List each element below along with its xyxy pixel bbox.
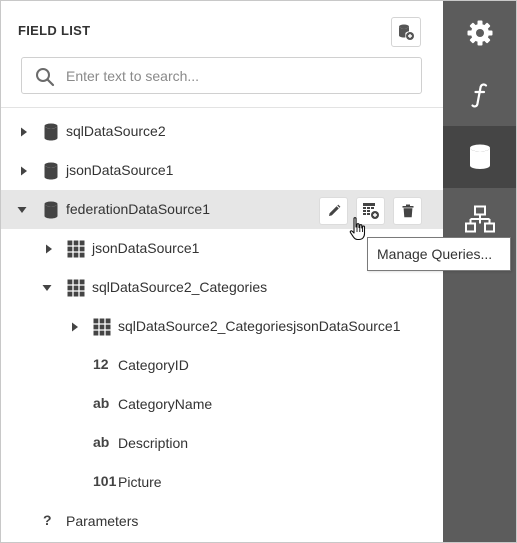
add-data-source-button[interactable] — [391, 17, 421, 47]
tree-item-label: jsonDataSource1 — [92, 240, 200, 256]
tree-item-label: sqlDataSource2 — [66, 123, 166, 139]
tree-item-label: federationDataSource1 — [66, 201, 210, 217]
add-database-icon — [399, 24, 414, 40]
database-icon — [44, 201, 58, 219]
function-icon — [470, 83, 487, 108]
tree-item-parameters[interactable]: ? Parameters — [1, 502, 443, 541]
parameters-icon: ? — [43, 512, 52, 528]
field-label: CategoryName — [118, 396, 213, 412]
hand-cursor-icon — [349, 217, 366, 241]
table-icon — [67, 279, 85, 297]
manage-queries-tooltip: Manage Queries... — [367, 237, 511, 271]
tree-item-label: Parameters — [66, 513, 139, 529]
field-label: Description — [118, 435, 189, 451]
tree-item-sqldatasource2[interactable]: sqlDataSource2 — [1, 112, 443, 151]
tab-field-list[interactable] — [443, 126, 516, 188]
string-type-icon: ab — [93, 434, 110, 450]
expand-arrow-icon[interactable] — [18, 165, 30, 177]
collapse-arrow-icon[interactable] — [16, 204, 28, 216]
edit-button[interactable] — [319, 197, 348, 225]
tree-item-label: sqlDataSource2_CategoriesjsonDataSource1 — [118, 318, 401, 334]
tab-expressions[interactable] — [443, 64, 516, 126]
field-item-description[interactable]: ab Description — [1, 424, 443, 463]
field-item-categoryname[interactable]: ab CategoryName — [1, 385, 443, 424]
expand-arrow-icon[interactable] — [18, 126, 30, 138]
tree-item-categories-join[interactable]: sqlDataSource2_CategoriesjsonDataSource1 — [1, 307, 443, 346]
search-icon — [36, 68, 55, 87]
trash-icon — [402, 204, 413, 218]
field-item-picture[interactable]: 101 Picture — [1, 463, 443, 502]
table-icon — [67, 240, 85, 258]
tree-item-federationdatasource1[interactable]: federationDataSource1 — [1, 190, 443, 229]
search-box[interactable] — [21, 57, 422, 94]
tree-item-sqldatasource2-categories[interactable]: sqlDataSource2_Categories — [1, 268, 443, 307]
binary-type-icon: 101 — [93, 473, 117, 489]
field-label: CategoryID — [118, 357, 189, 373]
search-input[interactable] — [66, 66, 406, 86]
panel-title: FIELD LIST — [18, 23, 91, 38]
table-icon — [93, 318, 111, 336]
database-icon — [44, 162, 58, 180]
collapse-arrow-icon[interactable] — [41, 282, 53, 294]
tree-item-label: jsonDataSource1 — [66, 162, 174, 178]
tree-item-jsondatasource1[interactable]: jsonDataSource1 — [1, 151, 443, 190]
database-icon — [469, 144, 490, 169]
field-item-categoryid[interactable]: 12 CategoryID — [1, 346, 443, 385]
pencil-icon — [328, 204, 340, 216]
field-label: Picture — [118, 474, 162, 490]
tree-item-label: sqlDataSource2_Categories — [92, 279, 268, 295]
number-type-icon: 12 — [93, 356, 109, 372]
header-divider — [1, 107, 443, 108]
gear-icon — [467, 20, 492, 46]
string-type-icon: ab — [93, 395, 110, 411]
expand-arrow-icon[interactable] — [69, 321, 81, 333]
tab-properties[interactable] — [443, 2, 516, 64]
side-tab-bar — [443, 1, 516, 542]
database-icon — [44, 123, 58, 141]
expand-arrow-icon[interactable] — [43, 243, 55, 255]
hierarchy-icon — [464, 205, 495, 233]
delete-button[interactable] — [393, 197, 422, 225]
field-list-panel: FIELD LIST sqlDataSource2 jsonDa — [1, 1, 443, 542]
